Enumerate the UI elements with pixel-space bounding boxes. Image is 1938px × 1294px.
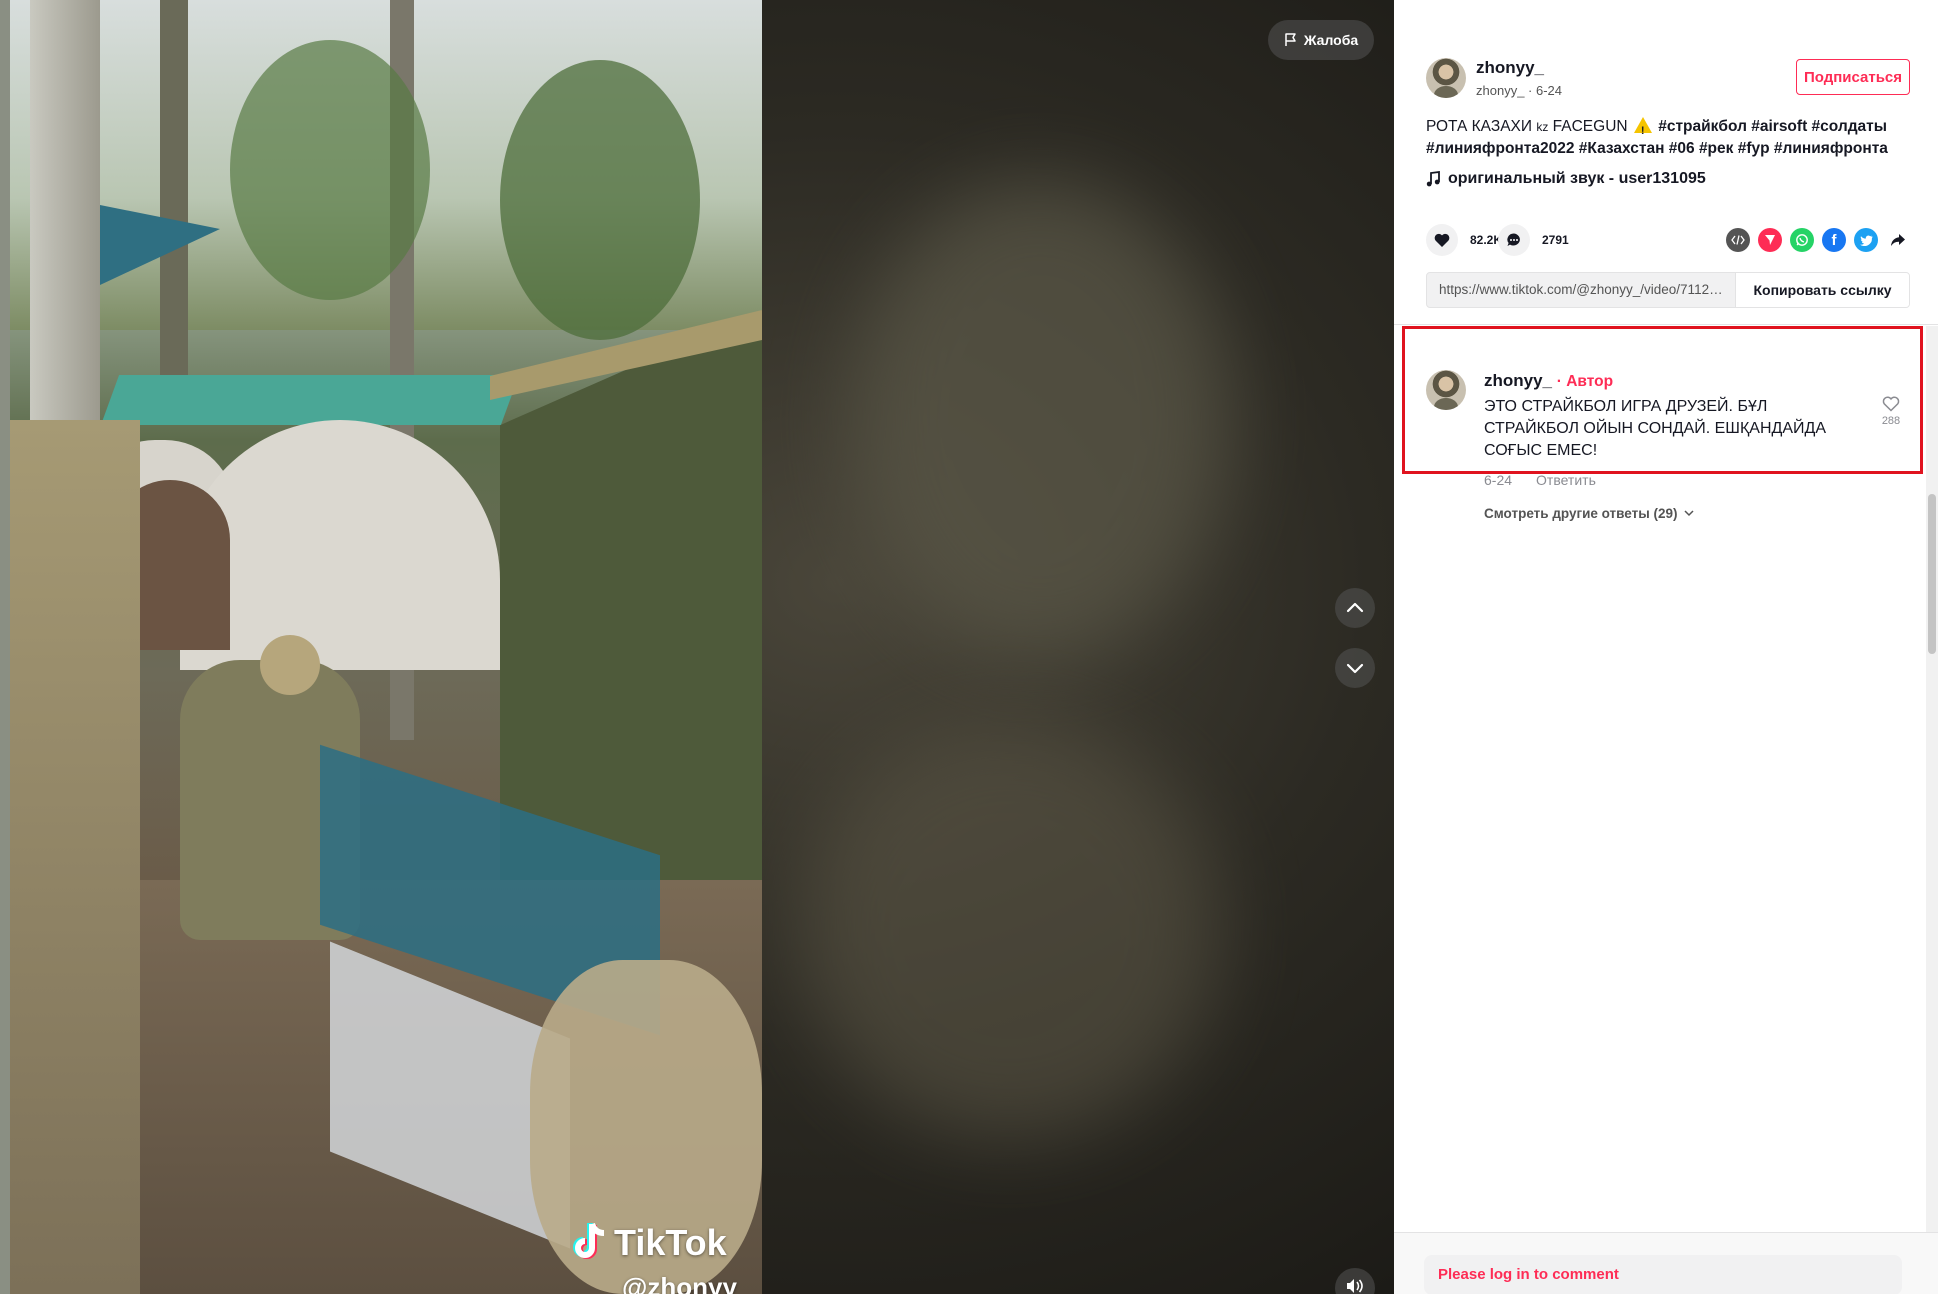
next-video-button[interactable]	[1335, 648, 1375, 688]
share-arrow-icon	[1891, 234, 1905, 246]
hashtag[interactable]: #солдаты	[1812, 118, 1887, 135]
video-link-field[interactable]: https://www.tiktok.com/@zhonyy_/video/71…	[1427, 273, 1735, 307]
tiktok-watermark: TikTok	[570, 1222, 727, 1264]
view-more-replies-label: Смотреть другие ответы (29)	[1484, 506, 1678, 521]
view-more-replies[interactable]: Смотреть другие ответы (29)	[1484, 506, 1694, 521]
page-edge	[0, 0, 10, 1294]
comment-meta: 6-24 Ответить	[1484, 472, 1596, 488]
comment-button[interactable]	[1498, 224, 1530, 256]
more-share-button[interactable]	[1886, 228, 1910, 252]
hashtag[interactable]: #линияфронта	[1774, 140, 1888, 157]
embed-button[interactable]	[1726, 228, 1750, 252]
tiktok-logo-icon	[573, 1222, 605, 1259]
comment-date: 6-24	[1484, 472, 1513, 488]
embed-code-icon	[1731, 235, 1745, 245]
like-button[interactable]	[1426, 224, 1458, 256]
music-note-icon	[1426, 171, 1440, 187]
whatsapp-share-button[interactable]	[1790, 228, 1814, 252]
comments-scroll-track[interactable]	[1926, 326, 1938, 1232]
comments-scrollbar-thumb[interactable]	[1928, 494, 1936, 654]
chevron-up-icon	[1346, 602, 1364, 613]
blurred-background	[800, 720, 1220, 1140]
copy-link-button[interactable]: Копировать ссылку	[1735, 273, 1909, 307]
chevron-down-icon	[1346, 663, 1364, 674]
divider	[1394, 324, 1938, 325]
copy-link-box: https://www.tiktok.com/@zhonyy_/video/71…	[1426, 272, 1910, 308]
like-action[interactable]: 82.2K	[1426, 224, 1502, 256]
author-username[interactable]: zhonyy_	[1476, 58, 1544, 78]
post-date: 6-24	[1536, 83, 1563, 98]
hashtag[interactable]: #06	[1669, 140, 1695, 157]
video-player[interactable]: TikTok @zhonyy_ Жалоба	[0, 0, 1394, 1294]
follow-button[interactable]: Подписаться	[1796, 59, 1910, 95]
video-info-panel: zhonyy_ zhonyy_ · 6-24 Подписаться РОТА …	[1394, 0, 1938, 1294]
author-avatar[interactable]	[1426, 58, 1466, 98]
reply-button[interactable]: Ответить	[1536, 472, 1596, 488]
report-button[interactable]: Жалоба	[1268, 20, 1374, 60]
hashtag[interactable]: #airsoft	[1751, 118, 1807, 135]
flag-icon	[1285, 33, 1296, 46]
video-frame	[10, 0, 762, 1294]
previous-video-button[interactable]	[1335, 588, 1375, 628]
video-description: РОТА КАЗАХИ kz FACEGUN #страйкбол #airso…	[1426, 116, 1914, 160]
comment-highlight-box	[1402, 326, 1923, 474]
watermark-username: @zhonyy_	[622, 1272, 752, 1294]
hashtag[interactable]: #fyp	[1738, 140, 1770, 157]
facebook-icon: f	[1831, 231, 1837, 249]
blurred-background	[850, 180, 1230, 660]
music-title: оригинальный звук - user131095	[1448, 170, 1706, 187]
hashtag[interactable]: #страйкбол	[1658, 118, 1747, 135]
chevron-down-icon	[1683, 510, 1694, 517]
volume-button[interactable]	[1335, 1268, 1375, 1294]
comment-input-area: Please log in to comment	[1394, 1232, 1938, 1294]
report-label: Жалоба	[1303, 32, 1359, 48]
paper-plane-icon	[1765, 235, 1775, 245]
separator-dot: ·	[1528, 83, 1536, 98]
watermark-brand: TikTok	[614, 1222, 727, 1263]
description-text-mid: FACEGUN	[1548, 118, 1632, 135]
share-buttons: f	[1726, 228, 1910, 252]
whatsapp-icon	[1796, 234, 1808, 246]
hashtag[interactable]: #линияфронта2022	[1426, 140, 1574, 157]
comment-action[interactable]: 2791	[1498, 224, 1569, 256]
twitter-bird-icon	[1859, 235, 1873, 246]
music-link[interactable]: оригинальный звук - user131095	[1426, 170, 1706, 188]
hashtag[interactable]: #рек	[1699, 140, 1733, 157]
description-text: РОТА КАЗАХИ	[1426, 118, 1537, 135]
twitter-share-button[interactable]	[1854, 228, 1878, 252]
comment-bubble-icon	[1507, 233, 1520, 246]
warning-icon	[1633, 117, 1652, 142]
hashtag[interactable]: #Казахстан	[1579, 140, 1665, 157]
heart-icon	[1434, 233, 1450, 247]
description-kz: kz	[1536, 120, 1549, 134]
author-subline: zhonyy_ · 6-24	[1476, 83, 1562, 98]
comment-count: 2791	[1542, 233, 1569, 247]
speaker-icon	[1347, 1279, 1363, 1293]
login-to-comment[interactable]: Please log in to comment	[1424, 1255, 1902, 1294]
facebook-share-button[interactable]: f	[1822, 228, 1846, 252]
author-nickname: zhonyy_	[1476, 83, 1525, 98]
action-bar: 82.2K 2791 f	[1426, 224, 1910, 256]
send-to-friends-button[interactable]	[1758, 228, 1782, 252]
author-header: zhonyy_ zhonyy_ · 6-24 Подписаться	[1426, 56, 1910, 102]
